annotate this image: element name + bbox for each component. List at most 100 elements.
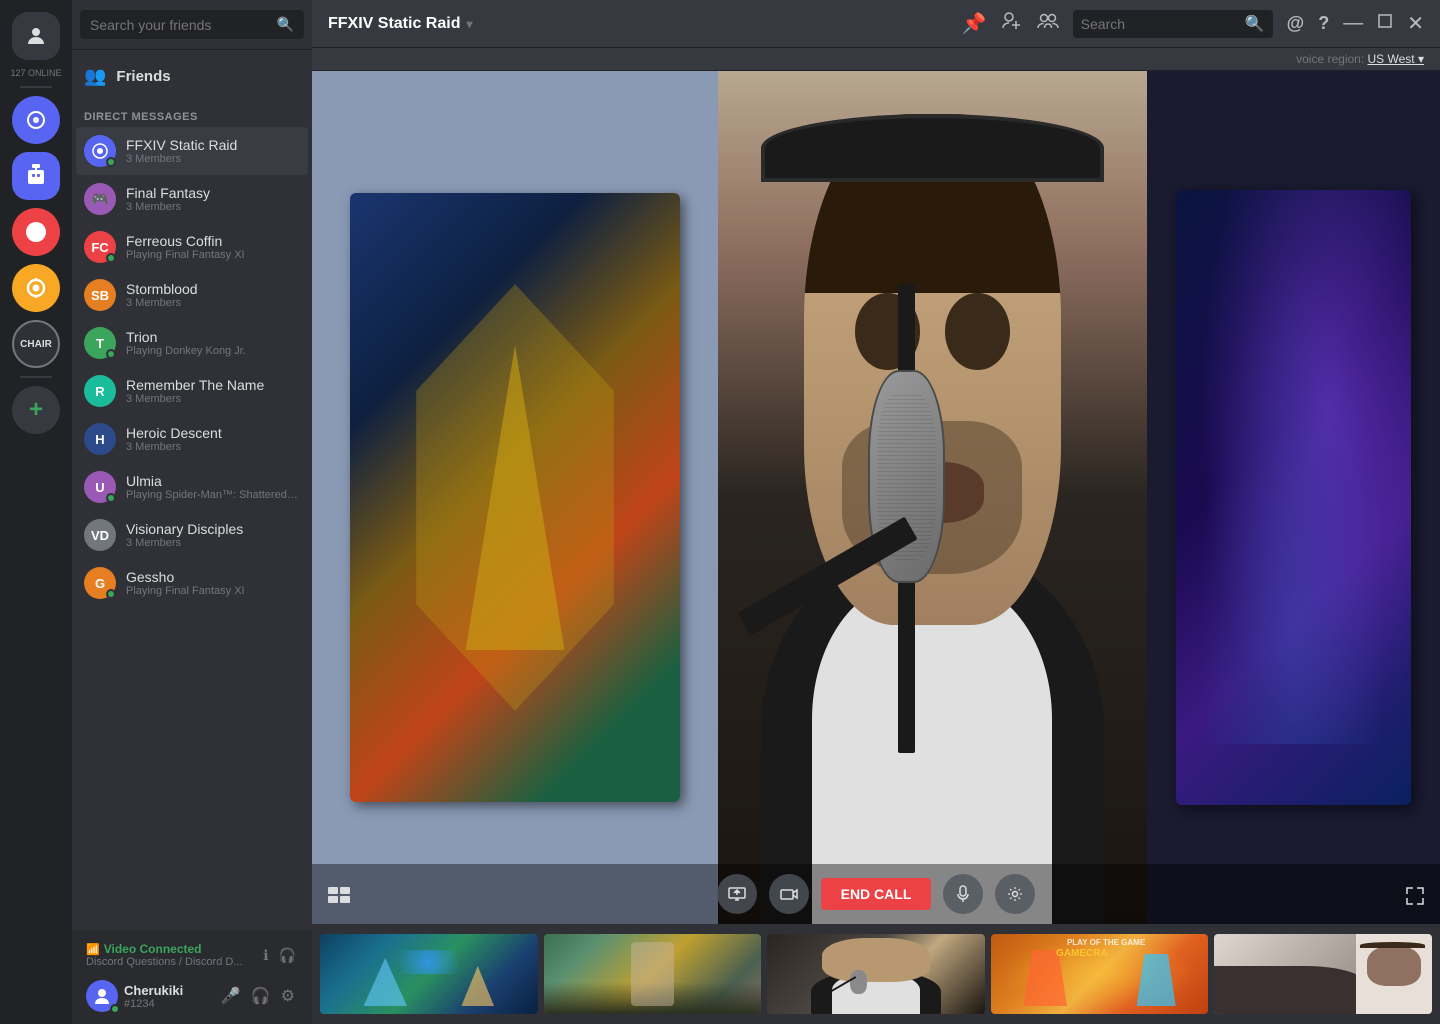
voice-connected-indicator: 📶 Video Connected	[86, 942, 243, 956]
dm-avatar-ulmia: U	[84, 471, 116, 503]
thumbnail-1[interactable]	[320, 934, 538, 1014]
help-icon[interactable]: ?	[1318, 13, 1329, 34]
search-friends-input[interactable]	[90, 17, 271, 33]
close-icon[interactable]: ✕	[1407, 11, 1424, 36]
end-call-button[interactable]: END CALL	[821, 878, 932, 910]
zelda-artwork	[350, 193, 679, 803]
server-icon-blue[interactable]	[12, 96, 60, 144]
dm-info-trion: Trion Playing Donkey Kong Jr.	[126, 329, 300, 357]
main-content: FFXIV Static Raid ▾ 📌	[312, 0, 1440, 1024]
top-bar-search-icon: 🔍	[1245, 14, 1265, 34]
camera-button[interactable]	[769, 874, 809, 914]
thumbnail-2[interactable]	[544, 934, 762, 1014]
share-screen-button[interactable]	[717, 874, 757, 914]
dm-info-visionary: Visionary Disciples 3 Members	[126, 521, 300, 549]
user-area: 📶 Video Connected Discord Questions / Di…	[72, 930, 312, 1024]
voice-region-label: voice region:	[1296, 52, 1364, 66]
dm-name-ffxiv: FFXIV Static Raid	[126, 137, 300, 153]
status-dot-trion	[106, 349, 116, 359]
grid-layout-button[interactable]	[328, 887, 350, 910]
dm-item-trion[interactable]: T Trion Playing Donkey Kong Jr. ✕	[76, 319, 308, 367]
server-sidebar: 127 ONLINE CHAIR +	[0, 0, 72, 1024]
dm-sub-visionary: 3 Members	[126, 537, 300, 549]
username-label: Cherukiki	[124, 983, 212, 998]
video-person-area	[718, 71, 1147, 924]
dm-sub-remember: 3 Members	[126, 393, 300, 405]
group-dm-icon[interactable]	[1037, 10, 1059, 38]
server-icon-robot[interactable]	[12, 152, 60, 200]
voice-region-bar: voice region: US West ▾	[312, 48, 1440, 71]
dm-sub-trion: Playing Donkey Kong Jr.	[126, 345, 300, 357]
voice-bars-icon: 📶	[86, 943, 100, 956]
video-area: END CALL	[312, 71, 1440, 1024]
fullscreen-button[interactable]	[1406, 887, 1424, 910]
friends-header[interactable]: 👥 Friends	[72, 50, 312, 95]
dm-avatar-ff: 🎮	[84, 183, 116, 215]
deafen-button[interactable]: 🎧	[248, 983, 274, 1009]
dm-avatar-ffxiv	[84, 135, 116, 167]
dm-item-remember[interactable]: R Remember The Name 3 Members ✕	[76, 367, 308, 415]
top-bar-actions: 📌	[962, 10, 1424, 38]
server-icon-overwatch[interactable]	[12, 264, 60, 312]
dm-sub-stormblood: 3 Members	[126, 297, 300, 309]
server-icon-red[interactable]	[12, 208, 60, 256]
voice-info-button[interactable]: ℹ	[261, 945, 270, 966]
voice-status: 📶 Video Connected Discord Questions / Di…	[80, 938, 304, 972]
pin-icon[interactable]: 📌	[962, 11, 987, 36]
channel-dropdown-arrow[interactable]: ▾	[466, 17, 472, 31]
dm-name-visionary: Visionary Disciples	[126, 521, 300, 537]
dm-sub-heroic: 3 Members	[126, 441, 300, 453]
voice-region-value[interactable]: US West ▾	[1368, 52, 1424, 66]
thumbnail-5[interactable]	[1214, 934, 1432, 1014]
user-settings-button[interactable]: ⚙	[278, 983, 298, 1009]
user-control-buttons: 🎤 🎧 ⚙	[218, 983, 298, 1009]
dm-item-ffxiv[interactable]: FFXIV Static Raid 3 Members ✕	[76, 127, 308, 175]
user-tag-label: #1234	[124, 998, 212, 1010]
voice-headset-button[interactable]: 🎧	[277, 945, 298, 966]
server-separator-2	[20, 376, 52, 378]
status-dot-ulmia	[106, 493, 116, 503]
mute-button[interactable]: 🎤	[218, 983, 244, 1009]
maximize-icon[interactable]	[1377, 12, 1393, 35]
dm-avatar-gessho: G	[84, 567, 116, 599]
call-settings-button[interactable]	[995, 874, 1035, 914]
dm-item-stormblood[interactable]: SB Stormblood 3 Members ✕	[76, 271, 308, 319]
mention-icon[interactable]: @	[1287, 13, 1305, 34]
user-home-icon[interactable]	[12, 12, 60, 60]
status-dot-ferreous	[106, 253, 116, 263]
dm-name-ulmia: Ulmia	[126, 473, 300, 489]
search-friends-box[interactable]: 🔍	[80, 10, 304, 39]
dm-item-ferreous[interactable]: FC Ferreous Coffin Playing Final Fantasy…	[76, 223, 308, 271]
dm-avatar-stormblood: SB	[84, 279, 116, 311]
dm-info-heroic: Heroic Descent 3 Members	[126, 425, 300, 453]
dm-item-ulmia[interactable]: U Ulmia Playing Spider-Man™: Shattered D…	[76, 463, 308, 511]
voice-channel-sub: Discord Questions / Discord D...	[86, 956, 243, 968]
dm-item-visionary[interactable]: VD Visionary Disciples 3 Members ✕	[76, 511, 308, 559]
dm-info-ulmia: Ulmia Playing Spider-Man™: Shattered Dim…	[126, 473, 300, 501]
server-icon-chair[interactable]: CHAIR	[12, 320, 60, 368]
friends-icon: 👥	[84, 66, 106, 87]
voice-connected-info: 📶 Video Connected Discord Questions / Di…	[86, 942, 243, 968]
add-server-button[interactable]: +	[12, 386, 60, 434]
voice-connected-label: Video Connected	[104, 942, 202, 956]
thumbnail-3[interactable]	[767, 934, 985, 1014]
status-dot-online	[106, 157, 116, 167]
dm-list: FFXIV Static Raid 3 Members ✕ 🎮 Final Fa…	[72, 127, 312, 930]
headphones	[761, 114, 1104, 182]
dm-item-gessho[interactable]: G Gessho Playing Final Fantasy XI ✕	[76, 559, 308, 607]
art-panel-left	[312, 71, 718, 924]
dm-item-final-fantasy[interactable]: 🎮 Final Fantasy 3 Members ✕	[76, 175, 308, 223]
thumbnail-4[interactable]: PLAY OF THE GAME GAMECRA	[991, 934, 1209, 1014]
top-bar-search-input[interactable]	[1081, 16, 1237, 32]
user-status-dot	[110, 1004, 120, 1014]
channel-title: FFXIV Static Raid	[328, 15, 460, 33]
top-bar-search-box[interactable]: 🔍	[1073, 10, 1273, 38]
add-friend-icon[interactable]	[1001, 10, 1023, 38]
minimize-icon[interactable]: —	[1343, 12, 1363, 35]
dm-info-gessho: Gessho Playing Final Fantasy XI	[126, 569, 300, 597]
mic-button[interactable]	[943, 874, 983, 914]
video-frame	[312, 71, 1440, 924]
dm-item-heroic[interactable]: H Heroic Descent 3 Members ✕	[76, 415, 308, 463]
dm-avatar-ferreous: FC	[84, 231, 116, 263]
dm-sub-ffxiv: 3 Members	[126, 153, 300, 165]
